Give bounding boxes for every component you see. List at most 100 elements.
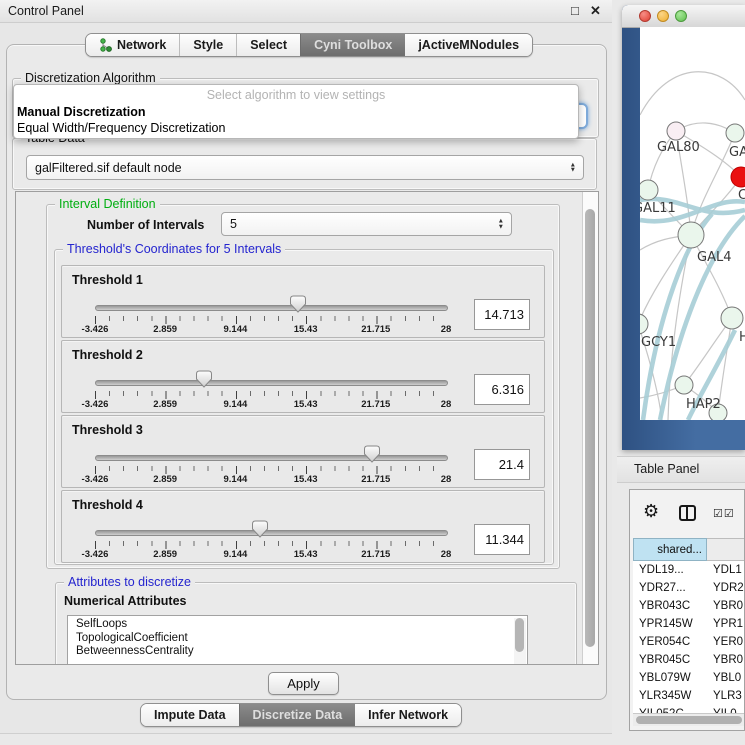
slider-thumb[interactable]: [290, 295, 306, 313]
node-label: GA: [729, 145, 745, 160]
threshold-3-value[interactable]: 21.4: [474, 449, 530, 480]
dropdown-hint: Select algorithm to view settings: [14, 85, 578, 104]
slider-tick-labels: -3.426 2.859 9.144 15.43 21.715 28: [95, 324, 446, 334]
tab-select[interactable]: Select: [236, 34, 300, 56]
num-intervals-combobox[interactable]: 5 ▲▼: [221, 212, 512, 236]
tab-discretize-data[interactable]: Discretize Data: [239, 704, 356, 726]
panel-title: Control Panel: [8, 4, 84, 18]
threshold-2-panel: Threshold 2 -3.426 2.859 9.144 15.43 21.…: [61, 340, 545, 413]
bottom-tabbar: Impute Data Discretize Data Infer Networ…: [140, 703, 462, 727]
content-scrollbar[interactable]: [582, 192, 598, 664]
threshold-1-value[interactable]: 14.713: [474, 299, 530, 330]
tab-impute-data[interactable]: Impute Data: [141, 704, 239, 726]
node-h[interactable]: [721, 307, 743, 329]
table-rows: YDL19...YDL1 YDR27...YDR2 YBR043CYBR0 YP…: [633, 561, 745, 713]
algorithm-dropdown-popup: Select algorithm to view settings Manual…: [13, 84, 579, 139]
slider-thumb[interactable]: [364, 445, 380, 463]
close-icon[interactable]: ✕: [590, 3, 601, 19]
control-panel-tabbar: Network Style Select Cyni Toolbox jActiv…: [85, 33, 533, 57]
table-header: shared... n: [633, 538, 745, 561]
threshold-2-label: Threshold 2: [72, 348, 143, 362]
network-window-titlebar: [622, 5, 745, 28]
threshold-4-label: Threshold 4: [72, 498, 143, 512]
scrollbar-thumb[interactable]: [636, 716, 742, 724]
table-row[interactable]: YIL052CYIL0: [633, 705, 745, 713]
slider-ticks-major: [95, 316, 447, 324]
slider-tick-labels: -3.426 2.859 9.144 15.43 21.715 28: [95, 549, 446, 559]
settings-scroll-panel: Interval Definition Number of Intervals …: [15, 191, 599, 665]
list-item[interactable]: SelfLoops: [76, 618, 527, 632]
gear-icon[interactable]: ⚙: [643, 501, 659, 522]
node-label: C: [738, 188, 745, 203]
slider-tick-labels: -3.426 2.859 9.144 15.43 21.715 28: [95, 399, 446, 409]
table-row[interactable]: YBR043CYBR0: [633, 597, 745, 615]
list-item[interactable]: TopologicalCoefficient: [76, 632, 527, 646]
thresholds-group: Threshold's Coordinates for 5 Intervals …: [54, 249, 554, 565]
node-hap2[interactable]: [675, 376, 693, 394]
combo-arrows-icon: ▲▼: [498, 219, 504, 230]
threshold-2-value[interactable]: 6.316: [474, 374, 530, 405]
table-data-group: Table Data galFiltered.sif default node …: [12, 138, 597, 190]
table-row[interactable]: YBR045CYBR0: [633, 651, 745, 669]
column-header-shared-name[interactable]: shared...: [633, 538, 707, 561]
table-toolbar: ⚙ ☑☑: [630, 490, 744, 538]
tab-cyni-toolbox[interactable]: Cyni Toolbox: [300, 34, 405, 56]
close-traffic-light-icon[interactable]: [639, 10, 651, 22]
node-gal11[interactable]: [640, 180, 658, 200]
combo-arrows-icon: ▲▼: [570, 162, 576, 173]
node-gal4[interactable]: [678, 222, 704, 248]
threshold-4-panel: Threshold 4 -3.426 2.859 9.144 15.43 21.…: [61, 490, 545, 563]
list-scrollbar[interactable]: [514, 618, 526, 665]
float-window-icon[interactable]: □: [571, 3, 579, 18]
table-horizontal-scrollbar[interactable]: [633, 713, 745, 726]
node-gal80[interactable]: [667, 122, 685, 140]
tab-infer-network[interactable]: Infer Network: [355, 704, 461, 726]
threshold-1-label: Threshold 1: [72, 273, 143, 287]
table-row[interactable]: YDR27...YDR2: [633, 579, 745, 597]
list-item[interactable]: BetweennessCentrality: [76, 645, 527, 659]
numerical-attributes-label: Numerical Attributes: [64, 594, 186, 608]
threshold-1-panel: Threshold 1 -3.426 2.859 9.144 15.43 21.…: [61, 265, 545, 338]
group-label-thresholds: Threshold's Coordinates for 5 Intervals: [63, 242, 285, 256]
table-row[interactable]: YER054CYER0: [633, 633, 745, 651]
tab-network[interactable]: Network: [86, 34, 179, 56]
group-label-attributes: Attributes to discretize: [64, 575, 195, 589]
node-label: GAL80: [657, 140, 700, 155]
tab-style[interactable]: Style: [179, 34, 236, 56]
slider-tick-labels: -3.426 2.859 9.144 15.43 21.715 28: [95, 474, 446, 484]
minimize-traffic-light-icon[interactable]: [657, 10, 669, 22]
node-gcy1[interactable]: [640, 314, 648, 334]
control-panel-window: Control Panel □ ✕ Network Style Select C…: [0, 0, 612, 734]
dropdown-option-manual[interactable]: Manual Discretization: [14, 104, 578, 120]
dropdown-option-equal-width[interactable]: Equal Width/Frequency Discretization: [14, 120, 578, 136]
select-checkboxes-icon[interactable]: ☑☑: [713, 507, 735, 520]
slider-ticks-major: [95, 541, 447, 549]
table-data-combobox[interactable]: galFiltered.sif default node ▲▼: [26, 155, 584, 180]
table-row[interactable]: YLR345WYLR3: [633, 687, 745, 705]
threshold-3-label: Threshold 3: [72, 423, 143, 437]
slider-thumb[interactable]: [196, 370, 212, 388]
columns-icon[interactable]: [679, 505, 696, 521]
node-label: HAP2: [686, 397, 721, 412]
table-row[interactable]: YBL079WYBL0: [633, 669, 745, 687]
slider-thumb[interactable]: [252, 520, 268, 538]
scrollbar-thumb[interactable]: [585, 209, 595, 647]
table-panel-box: ⚙ ☑☑ shared... n YDL19...YDL1 YDR27...YD…: [629, 489, 745, 731]
table-row[interactable]: YDL19...YDL1: [633, 561, 745, 579]
table-row[interactable]: YPR145WYPR1: [633, 615, 745, 633]
node-label: GCY1: [641, 335, 676, 350]
numerical-attributes-list[interactable]: SelfLoops TopologicalCoefficient Between…: [67, 615, 528, 665]
tab-jactivemnodules[interactable]: jActiveMNodules: [405, 34, 532, 56]
group-label-interval-definition: Interval Definition: [55, 197, 160, 211]
zoom-traffic-light-icon[interactable]: [675, 10, 687, 22]
group-label-discretization-algorithm: Discretization Algorithm: [21, 71, 160, 85]
apply-button[interactable]: Apply: [268, 672, 339, 695]
table-panel-title: Table Panel: [634, 462, 699, 476]
control-panel-titlebar: Control Panel □ ✕: [0, 0, 612, 23]
node-ga[interactable]: [726, 124, 744, 142]
node-label: H: [739, 330, 745, 345]
threshold-4-value[interactable]: 11.344: [474, 524, 530, 555]
network-canvas[interactable]: GAL80 GA C GAL11 GAL4 GCY1 H HAP2: [640, 27, 745, 420]
attributes-group: Attributes to discretize Numerical Attri…: [55, 582, 577, 665]
column-header-name[interactable]: n: [707, 538, 745, 561]
